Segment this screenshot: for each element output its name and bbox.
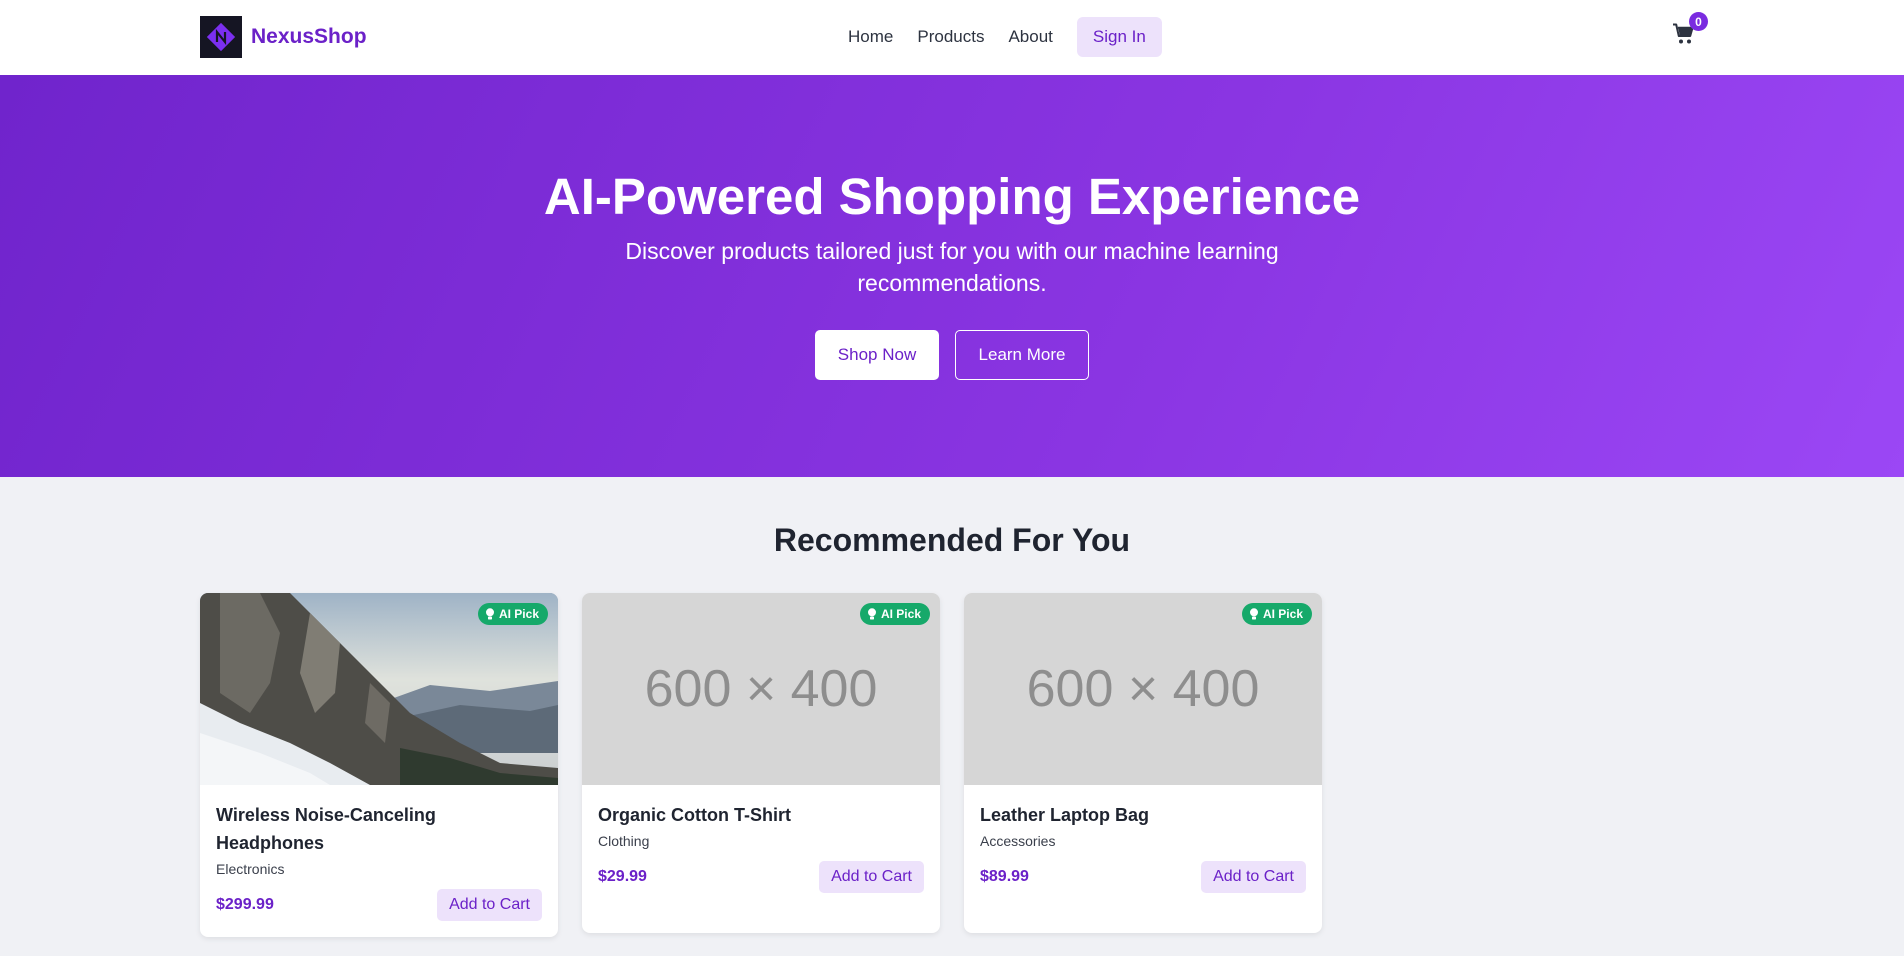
ai-pick-badge: AI Pick [477, 603, 548, 625]
shop-now-button[interactable]: Shop Now [815, 330, 939, 380]
cart-button[interactable]: 0 [1672, 12, 1708, 52]
product-name[interactable]: Wireless Noise-Canceling Headphones [216, 801, 542, 857]
learn-more-button[interactable]: Learn More [955, 330, 1089, 380]
nexus-logo-icon [200, 16, 242, 58]
hero-subtitle: Discover products tailored just for you … [625, 238, 1279, 296]
ai-pick-badge: AI Pick [859, 603, 930, 625]
add-to-cart-button[interactable]: Add to Cart [819, 861, 924, 893]
lightbulb-icon [867, 608, 876, 620]
image-placeholder-text: 600 × 400 [1026, 660, 1260, 718]
product-category: Clothing [598, 833, 650, 849]
hero-actions: Shop Now Learn More [0, 330, 1904, 380]
add-to-cart-button[interactable]: Add to Cart [437, 889, 542, 921]
product-category: Accessories [980, 833, 1056, 849]
brand-logo-link[interactable]: NexusShop [200, 16, 367, 58]
product-details: Organic Cotton T-Shirt Clothing $29.99 A… [582, 785, 940, 933]
product-footer: $299.99 Add to Cart [216, 889, 542, 937]
badge-label: AI Pick [880, 607, 921, 621]
nav-link-products[interactable]: Products [917, 27, 984, 47]
product-name[interactable]: Organic Cotton T-Shirt [598, 801, 924, 829]
brand-name: NexusShop [251, 25, 367, 48]
site-header: NexusShop Home Products About Sign In 0 [0, 0, 1904, 75]
product-card[interactable]: 600 × 400 AI Pick Leather Laptop Bag Acc… [964, 593, 1322, 933]
hero-banner: AI-Powered Shopping Experience Discover … [0, 75, 1904, 477]
product-footer: $89.99 Add to Cart [980, 861, 1306, 933]
nav-link-about[interactable]: About [1008, 27, 1052, 47]
cart-count-badge: 0 [1689, 12, 1708, 31]
hero-title: AI-Powered Shopping Experience [543, 168, 1361, 225]
product-name[interactable]: Leather Laptop Bag [980, 801, 1306, 829]
product-price: $89.99 [980, 868, 1029, 885]
product-grid: AI Pick Wireless Noise-Canceling Headpho… [200, 593, 1322, 937]
product-footer: $29.99 Add to Cart [598, 861, 924, 933]
lightbulb-icon [485, 608, 494, 620]
product-card[interactable]: AI Pick Wireless Noise-Canceling Headpho… [200, 593, 558, 937]
badge-label: AI Pick [498, 607, 539, 621]
add-to-cart-button[interactable]: Add to Cart [1201, 861, 1306, 893]
product-card[interactable]: 600 × 400 AI Pick Organic Cotton T-Shirt… [582, 593, 940, 933]
image-placeholder-text: 600 × 400 [644, 660, 878, 718]
product-image: AI Pick [200, 593, 558, 785]
sign-in-button[interactable]: Sign In [1076, 17, 1162, 57]
product-details: Leather Laptop Bag Accessories $89.99 Ad… [964, 785, 1322, 933]
product-price: $29.99 [598, 868, 647, 885]
main-nav: Home Products About Sign In [848, 17, 1162, 57]
nav-link-home[interactable]: Home [848, 27, 893, 47]
ai-pick-badge: AI Pick [1241, 603, 1312, 625]
product-category: Electronics [216, 861, 285, 877]
product-image: 600 × 400 AI Pick [582, 593, 940, 785]
product-details: Wireless Noise-Canceling Headphones Elec… [200, 785, 558, 937]
product-image: 600 × 400 AI Pick [964, 593, 1322, 785]
product-price: $299.99 [216, 896, 274, 913]
section-title: Recommended For You [773, 522, 1131, 558]
lightbulb-icon [1249, 608, 1258, 620]
badge-label: AI Pick [1262, 607, 1303, 621]
